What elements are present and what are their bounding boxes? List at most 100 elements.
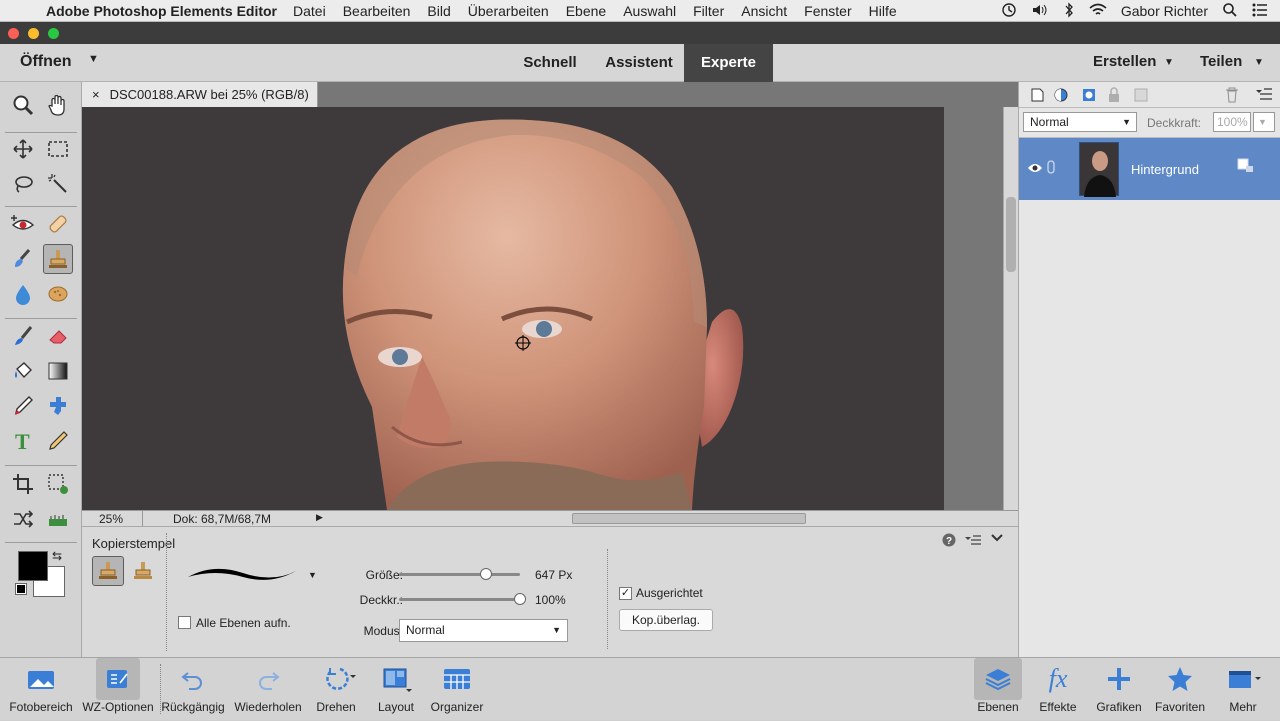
- rectangular-marquee-icon[interactable]: [43, 134, 73, 164]
- red-eye-tool-icon[interactable]: [8, 209, 38, 239]
- paint-bucket-icon[interactable]: [8, 356, 38, 386]
- smart-brush-icon[interactable]: [8, 244, 38, 274]
- share-button[interactable]: Teilen: [1200, 53, 1242, 70]
- clone-stamp-mode-icon[interactable]: [92, 556, 124, 586]
- layer-mask-icon[interactable]: [1081, 87, 1097, 106]
- layer-name[interactable]: Hintergrund: [1131, 162, 1199, 177]
- size-slider[interactable]: [399, 568, 520, 580]
- gradient-tool-icon[interactable]: [43, 356, 73, 386]
- lock-all-icon[interactable]: [1107, 87, 1121, 106]
- menu-bild[interactable]: Bild: [427, 3, 450, 19]
- layout-button[interactable]: Layout: [368, 658, 424, 721]
- zoom-tool-icon[interactable]: [8, 90, 38, 120]
- wifi-icon[interactable]: [1089, 3, 1107, 20]
- bluetooth-icon[interactable]: [1063, 1, 1075, 21]
- opacity-value[interactable]: 100%: [535, 593, 566, 607]
- time-machine-icon[interactable]: [1001, 2, 1017, 21]
- link-layer-icon[interactable]: [1047, 160, 1055, 177]
- vertical-scroll-thumb[interactable]: [1006, 197, 1016, 272]
- panel-menu-icon[interactable]: [1255, 87, 1273, 104]
- content-aware-move-icon[interactable]: [8, 504, 38, 534]
- spot-healing-brush-icon[interactable]: [43, 209, 73, 239]
- brush-picker-dropdown-icon[interactable]: ▼: [308, 570, 317, 580]
- zoom-level[interactable]: 25%: [99, 512, 123, 526]
- menu-ansicht[interactable]: Ansicht: [741, 3, 787, 19]
- move-tool-icon[interactable]: [8, 134, 38, 164]
- open-dropdown-icon[interactable]: ▼: [88, 53, 99, 65]
- brush-preset-preview[interactable]: [186, 563, 296, 590]
- create-dropdown-icon[interactable]: ▼: [1164, 57, 1174, 68]
- clone-stamp-tool-icon[interactable]: [43, 244, 73, 274]
- lasso-tool-icon[interactable]: [8, 169, 38, 199]
- mode-select[interactable]: Normal ▼: [399, 619, 568, 642]
- share-dropdown-icon[interactable]: ▼: [1254, 57, 1264, 68]
- options-menu-icon[interactable]: [964, 534, 982, 549]
- brush-tool-icon[interactable]: [8, 321, 38, 351]
- document-tab[interactable]: ×DSC00188.ARW bei 25% (RGB/8) *: [82, 82, 318, 127]
- swap-colors-icon[interactable]: ⇆: [52, 549, 62, 563]
- eyedropper-tool-icon[interactable]: [8, 391, 38, 421]
- more-button[interactable]: Mehr: [1218, 658, 1268, 721]
- favorites-button[interactable]: Favoriten: [1152, 658, 1208, 721]
- mode-experte[interactable]: Experte: [684, 44, 773, 82]
- mode-schnell[interactable]: Schnell: [510, 44, 590, 82]
- opacity-dropdown-icon[interactable]: ▼: [1253, 112, 1275, 132]
- adjustment-layer-icon[interactable]: [1053, 87, 1071, 106]
- user-name[interactable]: Gabor Richter: [1121, 3, 1208, 19]
- sponge-tool-icon[interactable]: [43, 279, 73, 309]
- open-button[interactable]: Öffnen: [20, 53, 72, 71]
- menu-datei[interactable]: Datei: [293, 3, 326, 19]
- close-document-icon[interactable]: ×: [92, 87, 100, 102]
- checkbox-box[interactable]: [178, 616, 191, 630]
- crop-tool-icon[interactable]: [8, 469, 38, 499]
- pencil-tool-icon[interactable]: [43, 426, 73, 456]
- custom-shape-icon[interactable]: [43, 391, 73, 421]
- type-tool-icon[interactable]: T: [8, 426, 38, 456]
- eraser-tool-icon[interactable]: [43, 321, 73, 351]
- visibility-eye-icon[interactable]: [1027, 162, 1043, 177]
- notification-center-icon[interactable]: [1252, 3, 1268, 20]
- blur-tool-icon[interactable]: [8, 279, 38, 309]
- hand-tool-icon[interactable]: [43, 90, 73, 120]
- pattern-stamp-icon[interactable]: [128, 556, 158, 586]
- photo-bin-button[interactable]: Fotobereich: [4, 658, 78, 721]
- app-name[interactable]: Adobe Photoshop Elements Editor: [46, 3, 277, 19]
- layer-thumbnail[interactable]: [1079, 142, 1119, 197]
- magic-wand-icon[interactable]: [43, 169, 73, 199]
- default-colors-icon[interactable]: [15, 583, 27, 595]
- mode-assistent[interactable]: Assistent: [594, 44, 684, 82]
- size-slider-knob[interactable]: [480, 568, 493, 580]
- volume-icon[interactable]: [1031, 2, 1049, 21]
- opacity-slider[interactable]: [399, 593, 526, 605]
- checkbox-checked-icon[interactable]: ✓: [619, 587, 632, 601]
- menu-filter[interactable]: Filter: [693, 3, 724, 19]
- lock-transparency-icon[interactable]: [1133, 87, 1149, 106]
- recompose-tool-icon[interactable]: [43, 469, 73, 499]
- menu-auswahl[interactable]: Auswahl: [623, 3, 676, 19]
- effects-button[interactable]: fx Effekte: [1032, 658, 1084, 721]
- vertical-scrollbar[interactable]: [1003, 107, 1018, 510]
- aligned-checkbox[interactable]: ✓: [619, 586, 632, 601]
- menu-fenster[interactable]: Fenster: [804, 3, 851, 19]
- clone-overlay-button[interactable]: Kop.überlag.: [619, 609, 713, 631]
- horizontal-scroll-thumb[interactable]: [572, 513, 806, 524]
- all-layers-checkbox[interactable]: [178, 615, 191, 630]
- collapse-chevron-icon[interactable]: [990, 532, 1004, 547]
- close-window-button[interactable]: [8, 28, 19, 39]
- menu-bearbeiten[interactable]: Bearbeiten: [343, 3, 411, 19]
- create-button[interactable]: Erstellen: [1093, 53, 1156, 70]
- rotate-button[interactable]: Drehen: [308, 658, 364, 721]
- minimize-window-button[interactable]: [28, 28, 39, 39]
- image-canvas[interactable]: [82, 107, 944, 510]
- delete-layer-icon[interactable]: [1225, 87, 1239, 106]
- undo-button[interactable]: Rückgängig: [158, 658, 228, 721]
- layer-hintergrund[interactable]: Hintergrund: [1019, 138, 1280, 200]
- graphics-button[interactable]: Grafiken: [1092, 658, 1146, 721]
- opacity-slider-knob[interactable]: [514, 593, 526, 605]
- zoom-window-button[interactable]: [48, 28, 59, 39]
- status-menu-arrow-icon[interactable]: ▶: [316, 512, 323, 523]
- menu-ueberarbeiten[interactable]: Überarbeiten: [468, 3, 549, 19]
- spotlight-search-icon[interactable]: [1222, 2, 1238, 21]
- redo-button[interactable]: Wiederholen: [230, 658, 306, 721]
- help-icon[interactable]: ?: [942, 533, 956, 550]
